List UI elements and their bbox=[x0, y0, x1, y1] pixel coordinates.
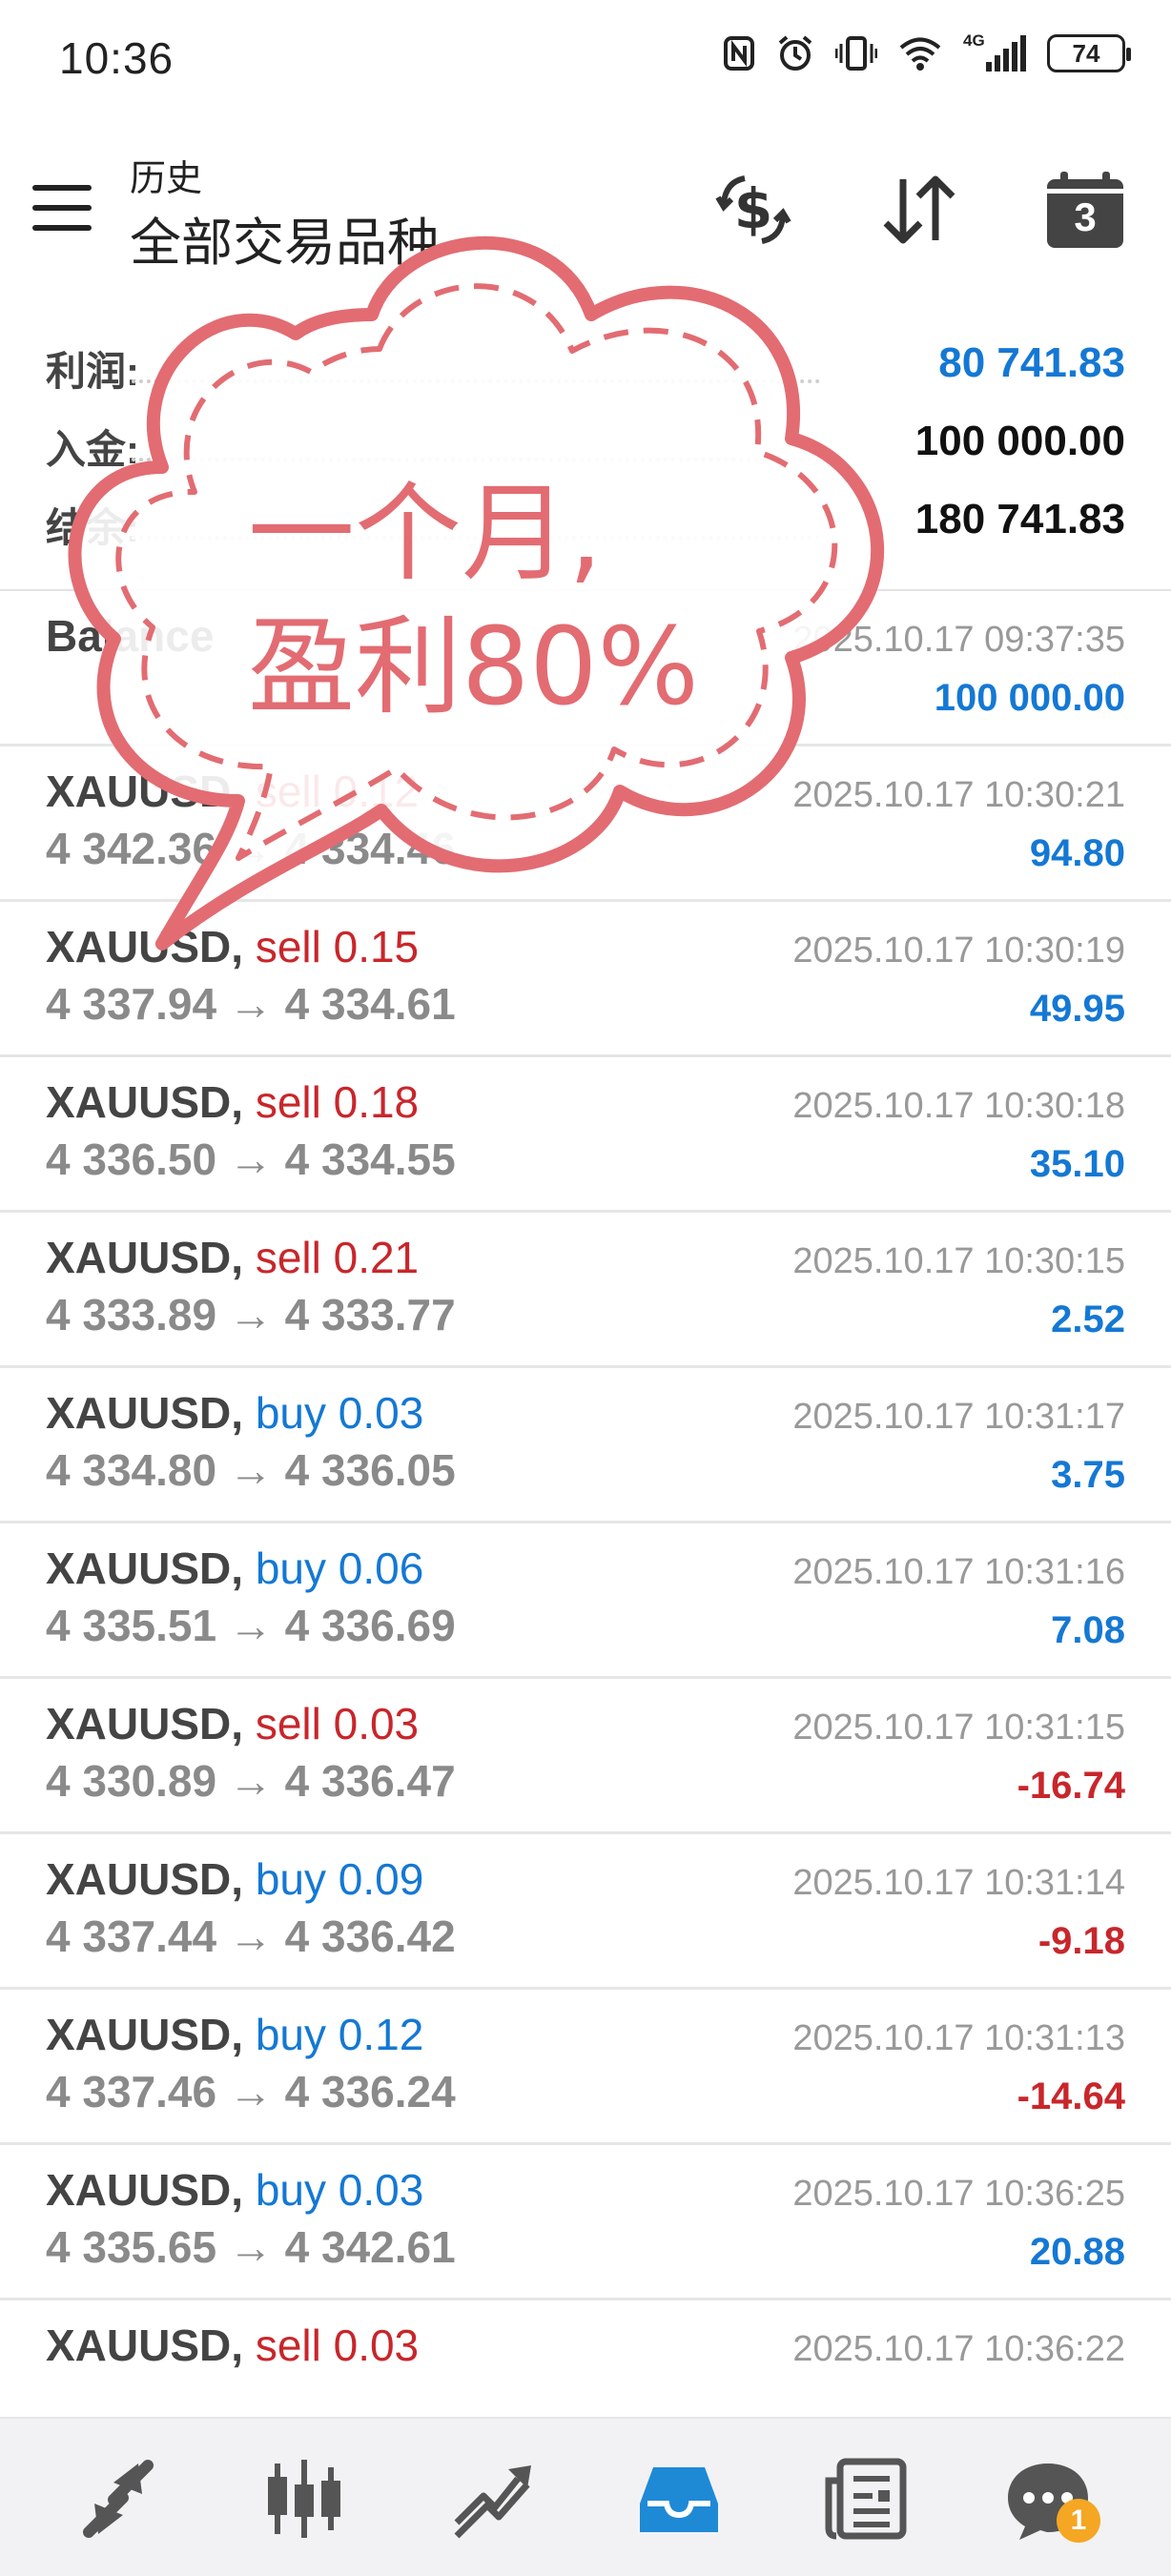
sticker-text: 一个月, 盈利80% bbox=[248, 467, 915, 734]
status-icons: 4G 74 bbox=[723, 31, 1131, 72]
trade-prices: 4 337.46 → 4 336.24 bbox=[46, 2067, 456, 2116]
row-time: 2025.10.17 10:36:25 bbox=[792, 2174, 1125, 2214]
trade-row[interactable]: XAUUSD, buy 0.09 4 337.44 → 4 336.42 2025.… bbox=[0, 1834, 1171, 1990]
trade-symbol: XAUUSD, sell 0.03 bbox=[46, 2320, 419, 2371]
trade-profit: 94.80 bbox=[1029, 832, 1125, 874]
trade-symbol: XAUUSD, sell 0.18 bbox=[46, 1076, 419, 1128]
calendar-button[interactable]: 3 bbox=[1037, 162, 1133, 257]
symbol-name: XAUUSD, bbox=[46, 1388, 244, 1438]
trade-row[interactable]: XAUUSD, buy 0.03 4 334.80 → 4 336.05 2025.… bbox=[0, 1368, 1171, 1523]
status-bar: 10:36 4G 74 bbox=[0, 0, 1171, 114]
trade-row[interactable]: XAUUSD, buy 0.03 4 335.65 → 4 342.61 2025.… bbox=[0, 2145, 1171, 2300]
symbol-name: XAUUSD, bbox=[46, 2165, 244, 2215]
row-time: 2025.10.17 10:31:17 bbox=[792, 1397, 1125, 1437]
sticker-line-1: 一个月, bbox=[248, 472, 603, 596]
trade-prices: 4 337.94 → 4 334.61 bbox=[46, 979, 456, 1029]
trade-profit: -16.74 bbox=[1017, 1765, 1125, 1807]
trade-side: buy 0.12 bbox=[255, 2010, 424, 2059]
battery-icon: 74 bbox=[1047, 34, 1131, 72]
trade-row[interactable]: XAUUSD, sell 0.03 4 330.89 → 4 336.47 2025… bbox=[0, 1679, 1171, 1834]
network-type: 4G bbox=[963, 31, 985, 50]
row-time: 2025.10.17 10:30:18 bbox=[792, 1086, 1125, 1126]
trade-side: buy 0.06 bbox=[255, 1544, 424, 1593]
trade-icon bbox=[454, 2465, 531, 2539]
symbol-name: XAUUSD, bbox=[46, 1233, 244, 1282]
row-time: 2025.10.17 10:31:15 bbox=[792, 1707, 1125, 1748]
trade-prices: 4 334.80 → 4 336.05 bbox=[46, 1445, 456, 1495]
trade-symbol: XAUUSD, buy 0.03 bbox=[46, 1387, 423, 1439]
trade-row[interactable]: XAUUSD, sell 0.21 4 333.89 → 4 333.77 2025… bbox=[0, 1213, 1171, 1368]
symbol-name: XAUUSD, bbox=[46, 1077, 244, 1127]
nav-news[interactable] bbox=[818, 2451, 914, 2546]
trade-profit: 3.75 bbox=[1051, 1454, 1125, 1496]
bottom-navigation: 1 bbox=[0, 2417, 1171, 2576]
trade-prices: 4 330.89 → 4 336.47 bbox=[46, 1756, 456, 1806]
trade-symbol: XAUUSD, buy 0.12 bbox=[46, 2009, 423, 2060]
symbol-name: XAUUSD, bbox=[46, 1544, 244, 1593]
trade-profit: 7.08 bbox=[1051, 1609, 1125, 1651]
trade-rows: XAUUSD, sell 0.124 342.36 → 4 334.462025… bbox=[0, 746, 1171, 2456]
summary-value: 80 741.83 bbox=[938, 339, 1125, 386]
summary-value: 180 741.83 bbox=[914, 496, 1125, 542]
sticker-line-2: 盈利80% bbox=[248, 605, 699, 729]
row-time: 2025.10.17 10:31:14 bbox=[792, 1863, 1125, 1903]
symbol-name: XAUUSD, bbox=[46, 2010, 244, 2059]
trade-prices: 4 336.50 → 4 334.55 bbox=[46, 1135, 456, 1184]
symbol-name: XAUUSD, bbox=[46, 2320, 244, 2370]
alarm-icon bbox=[778, 35, 812, 71]
row-time: 2025.10.17 10:31:13 bbox=[792, 2018, 1125, 2058]
trade-side: sell 0.18 bbox=[255, 1077, 420, 1127]
trade-row[interactable]: XAUUSD, buy 0.12 4 337.46 → 4 336.24 2025.… bbox=[0, 1990, 1171, 2145]
trade-side: buy 0.03 bbox=[255, 1388, 424, 1438]
trade-row[interactable]: XAUUSD, buy 0.06 4 335.51 → 4 336.69 2025.… bbox=[0, 1523, 1171, 1679]
trade-symbol: XAUUSD, buy 0.09 bbox=[46, 1853, 423, 1905]
trade-profit: 20.88 bbox=[1029, 2231, 1125, 2273]
symbol-name: XAUUSD, bbox=[46, 1699, 244, 1748]
promo-sticker: 一个月, 盈利80% bbox=[57, 191, 935, 982]
trade-side: buy 0.09 bbox=[255, 1854, 424, 1904]
summary-value: 100 000.00 bbox=[914, 418, 1125, 464]
trade-symbol: XAUUSD, buy 0.03 bbox=[46, 2164, 423, 2216]
symbol-name: XAUUSD, bbox=[46, 1854, 244, 1904]
trade-prices: 4 335.51 → 4 336.69 bbox=[46, 1601, 456, 1650]
trade-symbol: XAUUSD, sell 0.03 bbox=[46, 1698, 419, 1749]
nfc-icon bbox=[724, 36, 754, 71]
messages-badge: 1 bbox=[1057, 2499, 1100, 2543]
trade-prices: 4 333.89 → 4 333.77 bbox=[46, 1290, 456, 1339]
chart-icon bbox=[268, 2460, 340, 2538]
battery-level: 74 bbox=[1072, 38, 1100, 68]
quotes-icon bbox=[83, 2460, 154, 2538]
trade-side: sell 0.21 bbox=[255, 1233, 420, 1282]
nav-trade[interactable] bbox=[444, 2451, 540, 2546]
trade-profit: 35.10 bbox=[1029, 1143, 1125, 1185]
trade-side: buy 0.03 bbox=[255, 2165, 424, 2215]
trade-profit: 49.95 bbox=[1029, 988, 1125, 1030]
trade-prices: 4 337.44 → 4 336.42 bbox=[46, 1912, 456, 1961]
row-time: 2025.10.17 10:31:16 bbox=[792, 1552, 1125, 1592]
row-time: 2025.10.17 10:30:15 bbox=[792, 1241, 1125, 1281]
nav-history[interactable] bbox=[631, 2451, 727, 2546]
trade-profit: -9.18 bbox=[1037, 1920, 1125, 1962]
trade-row[interactable]: XAUUSD, sell 0.18 4 336.50 → 4 334.55 2025… bbox=[0, 1057, 1171, 1213]
nav-quotes[interactable] bbox=[71, 2451, 166, 2546]
trade-symbol: XAUUSD, sell 0.21 bbox=[46, 1232, 419, 1283]
vibrate-icon bbox=[835, 36, 877, 71]
calendar-day: 3 bbox=[1074, 194, 1097, 239]
trade-prices: 4 335.65 → 4 342.61 bbox=[46, 2222, 456, 2272]
trade-profit: 2.52 bbox=[1051, 1298, 1125, 1340]
nav-messages[interactable]: 1 bbox=[996, 2451, 1100, 2546]
signal-icon: 4G bbox=[963, 31, 1026, 72]
trade-side: sell 0.03 bbox=[255, 1699, 420, 1748]
history-icon bbox=[640, 2467, 718, 2532]
calendar-icon: 3 bbox=[1047, 172, 1123, 248]
trade-profit: -14.64 bbox=[1017, 2075, 1125, 2117]
trade-symbol: XAUUSD, buy 0.06 bbox=[46, 1543, 423, 1594]
nav-chart[interactable] bbox=[257, 2451, 353, 2546]
wifi-icon bbox=[899, 37, 941, 71]
status-time: 10:36 bbox=[59, 33, 175, 83]
trade-side: sell 0.03 bbox=[255, 2320, 420, 2370]
balance-amount: 100 000.00 bbox=[934, 677, 1125, 719]
news-icon bbox=[825, 2458, 907, 2540]
row-time: 2025.10.17 10:36:22 bbox=[792, 2329, 1125, 2369]
